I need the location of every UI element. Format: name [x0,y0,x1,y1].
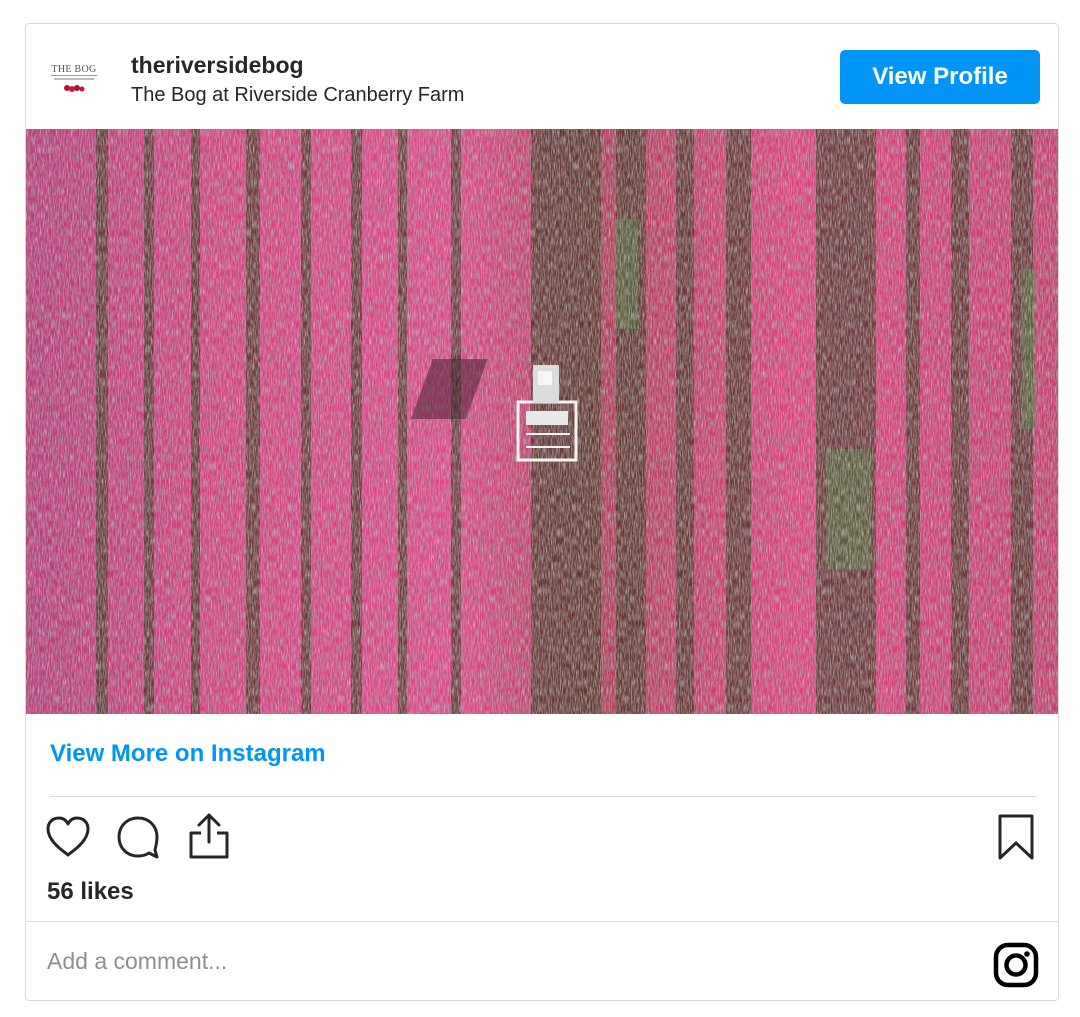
instagram-embed-card: THE BOG theriversidebog The Bog at River… [25,23,1059,1001]
post-actions-bar [26,812,1058,862]
heart-icon[interactable] [45,816,91,858]
share-icon[interactable] [187,812,231,860]
post-header: THE BOG theriversidebog The Bog at River… [26,24,1058,129]
likes-count[interactable]: 56 likes [47,878,134,906]
avatar-logo-rule [54,77,94,80]
post-photo[interactable] [26,129,1058,714]
view-profile-button[interactable]: View Profile [840,50,1040,104]
divider [26,921,1058,922]
account-full-name: The Bog at Riverside Cranberry Farm [131,84,465,106]
cranberry-logo-icon [64,84,85,92]
avatar[interactable]: THE BOG [50,58,98,98]
view-more-link[interactable]: View More on Instagram [50,740,326,768]
instagram-icon[interactable] [993,942,1039,988]
cranberry-bog-aerial-photo [26,129,1058,714]
comment-icon[interactable] [117,815,161,859]
avatar-logo-text: THE BOG [51,63,97,76]
divider [50,796,1036,797]
bookmark-icon[interactable] [997,813,1035,861]
username-link[interactable]: theriversidebog [131,52,304,79]
comment-input[interactable] [47,948,947,975]
